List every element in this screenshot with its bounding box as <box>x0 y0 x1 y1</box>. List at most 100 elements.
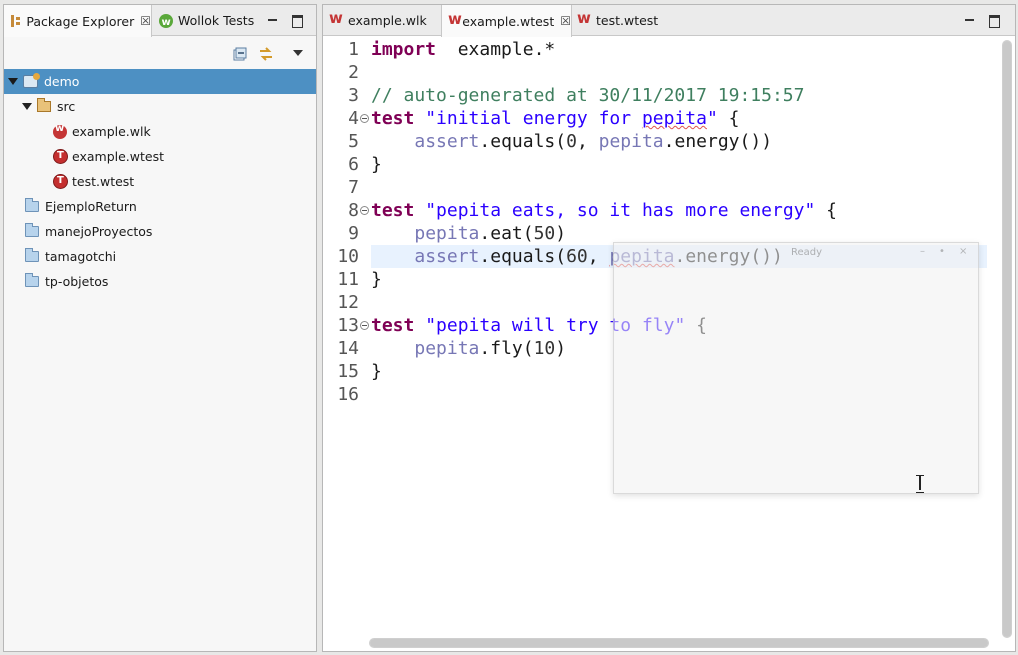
fold-toggle-icon[interactable] <box>360 321 369 330</box>
tree-item-label: test.wtest <box>72 174 135 189</box>
line-number: 11 <box>337 269 359 290</box>
tree-item-tamagotchi[interactable]: tamagotchi <box>4 244 316 269</box>
code-line[interactable]: } <box>371 268 382 291</box>
line-number: 9 <box>348 223 359 244</box>
fold-toggle-icon[interactable] <box>360 206 369 215</box>
code-line[interactable]: // auto-generated at 30/11/2017 19:15:57 <box>371 84 804 107</box>
vertical-scrollbar[interactable] <box>1002 40 1012 638</box>
code-line[interactable]: test "pepita eats, so it has more energy… <box>371 199 837 222</box>
code-line[interactable]: } <box>371 153 382 176</box>
code-line[interactable]: import example.* <box>371 38 555 61</box>
tree-item-manejoproyectos[interactable]: manejoProyectos <box>4 219 316 244</box>
code-token: test <box>371 200 415 221</box>
tab-label: example.wlk <box>348 13 427 28</box>
close-icon: × <box>959 246 968 257</box>
code-token: .energy()) <box>663 131 773 152</box>
code-token: pepita <box>414 223 480 244</box>
code-token: { <box>717 108 740 129</box>
wollok-tests-icon: w <box>159 13 173 28</box>
code-token: , <box>587 246 610 267</box>
tree-item-src[interactable]: src <box>4 94 316 119</box>
scrollbar-thumb[interactable] <box>370 639 988 647</box>
tab-wollok-tests[interactable]: w Wollok Tests <box>154 5 270 36</box>
tab-label: Wollok Tests <box>178 13 255 28</box>
line-number: 3 <box>348 85 359 106</box>
maximize-icon[interactable] <box>290 13 304 28</box>
tab-test-wtest[interactable]: test.wtest <box>573 5 673 36</box>
code-token: example.* <box>436 39 556 60</box>
expanded-arrow-icon[interactable] <box>22 103 32 110</box>
tree-item-test-wtest[interactable]: test.wtest <box>4 169 316 194</box>
tab-label: test.wtest <box>596 13 659 28</box>
line-number: 4 <box>348 108 359 129</box>
left-tab-bar: Package Explorer ☒ w Wollok Tests <box>4 5 316 37</box>
code-token: test <box>371 315 415 336</box>
tree-item-example-wlk[interactable]: example.wlk <box>4 119 316 144</box>
code-line[interactable]: } <box>371 360 382 383</box>
code-editor: example.wlk example.wtest ☒ test.wtest 1… <box>322 4 1016 652</box>
code-token: 60 <box>566 246 588 267</box>
scrollbar-thumb[interactable] <box>1003 41 1011 637</box>
code-token: { <box>815 200 838 221</box>
wollok-test-file-icon <box>577 9 591 27</box>
close-icon[interactable]: ☒ <box>560 14 571 28</box>
code-token: 50 <box>533 223 556 244</box>
code-token: .fly( <box>479 338 534 359</box>
ghost-popup: Ready – • × <box>613 242 979 494</box>
tab-package-explorer[interactable]: Package Explorer ☒ <box>4 5 152 37</box>
wollok-file-icon <box>53 123 67 139</box>
minimize-icon[interactable] <box>963 13 977 27</box>
popup-title: Ready <box>791 247 823 258</box>
maximize-icon[interactable] <box>987 13 1001 28</box>
tree-item-label: tp-objetos <box>45 274 109 289</box>
tree-item-label: tamagotchi <box>45 249 117 264</box>
code-token: pepita <box>414 338 480 359</box>
code-line[interactable]: test "initial energy for pepita" { <box>371 107 740 130</box>
link-with-editor-icon[interactable] <box>258 46 274 62</box>
code-token: test <box>371 108 415 129</box>
fold-toggle-icon[interactable] <box>360 114 369 123</box>
line-number: 8 <box>348 200 359 221</box>
code-token: "pepita eats, so it has more energy" <box>425 200 816 221</box>
wollok-file-icon <box>329 9 343 27</box>
editor-tab-bar: example.wlk example.wtest ☒ test.wtest <box>323 5 1015 37</box>
minimize-icon: – <box>920 246 925 257</box>
tree-item-demo[interactable]: demo <box>4 69 316 94</box>
svg-text:w: w <box>162 17 171 28</box>
view-menu-icon[interactable] <box>293 50 303 56</box>
pin-icon: • <box>939 246 945 257</box>
code-token: .equals( <box>479 246 567 267</box>
folder-icon <box>25 223 39 237</box>
code-token: } <box>371 269 382 290</box>
code-line[interactable]: pepita.fly(10) <box>371 337 566 360</box>
minimize-icon[interactable] <box>266 13 280 27</box>
tree-item-tp-objetos[interactable]: tp-objetos <box>4 269 316 294</box>
code-token: } <box>371 154 382 175</box>
tree-item-ejemploreturn[interactable]: EjemploReturn <box>4 194 316 219</box>
close-icon[interactable]: ☒ <box>140 14 151 28</box>
collapse-all-icon[interactable] <box>233 47 247 61</box>
code-token: , <box>576 131 599 152</box>
folder-icon <box>25 273 39 287</box>
tree-item-example-wtest[interactable]: example.wtest <box>4 144 316 169</box>
code-line[interactable]: assert.equals(0, pepita.energy()) <box>371 130 772 153</box>
line-number: 12 <box>337 292 359 313</box>
tab-example-wtest[interactable]: example.wtest ☒ <box>441 5 572 37</box>
code-token: " <box>706 108 718 129</box>
folder-icon <box>25 198 39 212</box>
code-line[interactable]: pepita.eat(50) <box>371 222 566 245</box>
tree-item-label: demo <box>44 74 80 89</box>
expanded-arrow-icon[interactable] <box>8 78 18 85</box>
tab-example-wlk[interactable]: example.wlk <box>323 5 441 36</box>
tree-item-label: example.wtest <box>72 149 165 164</box>
horizontal-scrollbar[interactable] <box>369 638 989 648</box>
tab-label: example.wtest <box>462 13 555 29</box>
wollok-test-file-icon <box>53 174 68 189</box>
line-number: 7 <box>348 177 359 198</box>
line-number: 1 <box>348 39 359 60</box>
